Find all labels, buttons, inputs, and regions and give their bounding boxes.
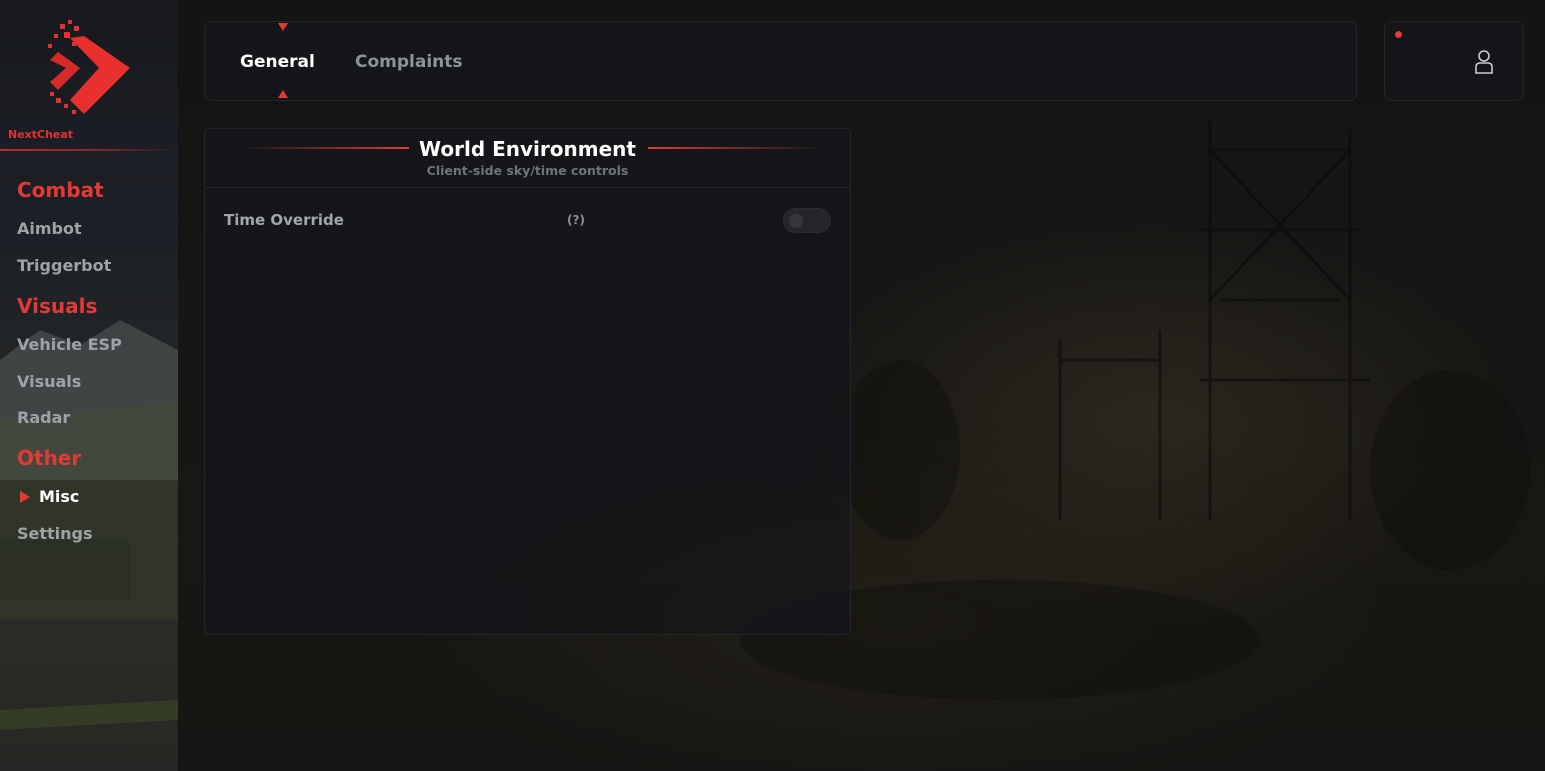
title-decor-line-right [648,147,824,149]
sidebar-item-triggerbot[interactable]: Triggerbot [17,256,111,275]
sidebar-item-vehicle-esp[interactable]: Vehicle ESP [17,335,122,354]
sidebar-item-misc[interactable]: Misc [20,487,79,506]
sidebar-item-settings[interactable]: Settings [17,524,93,543]
toggle-knob [789,214,803,228]
world-environment-panel: World Environment Client-side sky/time c… [204,128,851,635]
sidebar-item-radar[interactable]: Radar [17,408,70,427]
time-override-help[interactable]: (?) [567,213,585,227]
active-tab-marker-bottom-icon [278,90,288,98]
user-icon[interactable] [1474,49,1494,75]
active-tab-marker-top-icon [278,23,288,31]
sidebar-section-combat: Combat [17,178,104,202]
nextcheat-logo [48,20,130,114]
time-override-label: Time Override [224,211,344,229]
tab-complaints[interactable]: Complaints [355,52,463,72]
sidebar-item-aimbot[interactable]: Aimbot [17,219,82,238]
time-override-toggle[interactable] [783,208,831,233]
panel-subtitle: Client-side sky/time controls [426,163,629,178]
sidebar-item-visuals[interactable]: Visuals [17,372,81,391]
active-arrow-icon [20,491,30,503]
top-tab-bar: General Complaints [204,21,1357,101]
brand-name: NextCheat [8,128,74,141]
sidebar-section-visuals: Visuals [17,294,98,318]
sidebar-section-other: Other [17,446,82,470]
status-dot [1395,31,1402,38]
brand-divider [0,149,178,151]
profile-box [1384,21,1524,101]
sidebar: NextCheat Combat Aimbot Triggerbot Visua… [0,0,178,771]
sidebar-item-misc-label: Misc [39,487,80,506]
panel-title: World Environment [419,137,636,161]
panel-divider [205,187,850,188]
tab-general[interactable]: General [240,52,315,72]
